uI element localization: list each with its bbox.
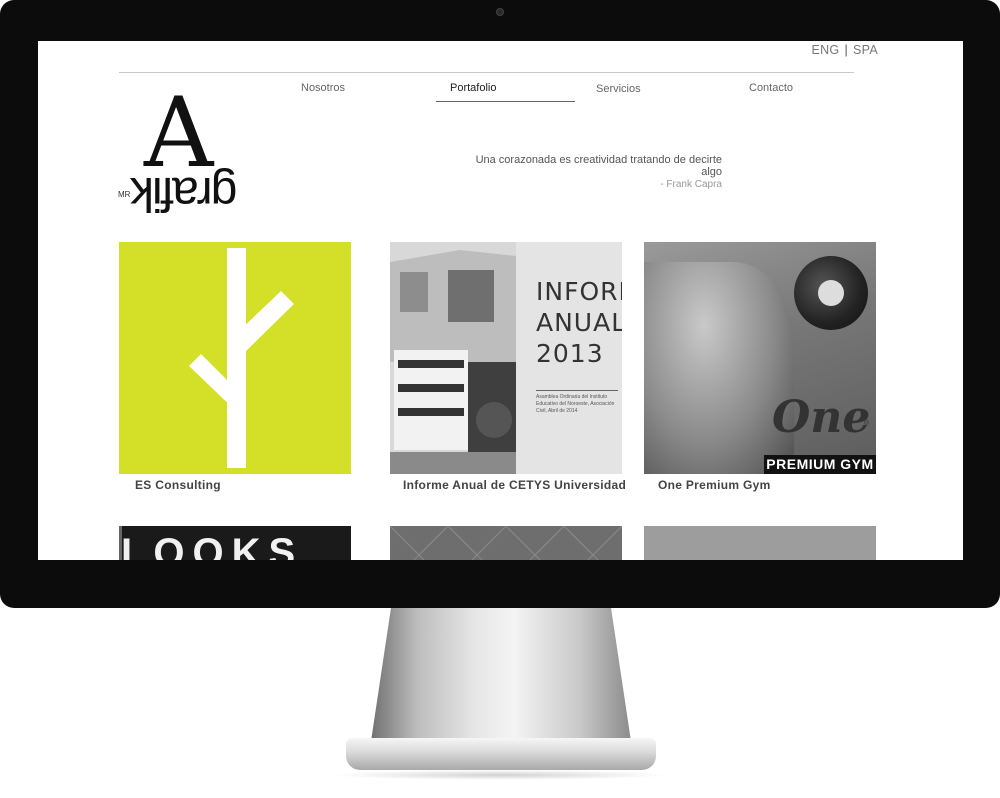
nav-nosotros[interactable]: Nosotros	[301, 82, 345, 94]
lang-eng-link[interactable]: ENG	[811, 43, 839, 57]
stand-shadow	[330, 770, 670, 780]
nav-portafolio[interactable]: Portafolio	[450, 82, 496, 94]
mr-grafik-logo[interactable]: A MR grafik	[118, 85, 258, 220]
portfolio-caption-es-consulting[interactable]: ES Consulting	[135, 478, 221, 492]
nav-contacto[interactable]: Contacto	[749, 82, 793, 94]
lang-spa-link[interactable]: SPA	[853, 43, 878, 57]
monitor-frame: ENG | SPA Nosotros Portafolio Servicios Co…	[0, 0, 1000, 608]
webcam-icon	[496, 8, 504, 16]
portfolio-caption-informe-anual[interactable]: Informe Anual de CETYS Universidad	[403, 478, 626, 492]
portfolio-tile-es-consulting[interactable]	[119, 242, 351, 474]
portfolio-tile-pattern[interactable]	[390, 526, 622, 560]
language-switcher: ENG | SPA	[811, 43, 878, 57]
active-nav-underline	[436, 101, 575, 102]
portfolio-tile-gray[interactable]	[644, 526, 876, 560]
looks-cover-text: LOOKS	[121, 531, 304, 560]
building-illustration	[390, 242, 516, 474]
es-consulting-logo-icon	[189, 248, 294, 468]
header-divider	[119, 72, 854, 73]
portfolio-caption-one-premium-gym[interactable]: One Premium Gym	[658, 478, 771, 492]
browser-viewport: ENG | SPA Nosotros Portafolio Servicios Co…	[38, 41, 963, 560]
premium-gym-badge: PREMIUM GYM	[764, 455, 876, 474]
report-cover-title: INFORME ANUAL 2013	[536, 276, 622, 369]
quote-text: Una corazonada es creatividad tratando d…	[475, 154, 722, 178]
quote-author: - Frank Capra	[660, 179, 722, 190]
quote-block: Una corazonada es creatividad tratando d…	[454, 154, 722, 190]
registered-mark: ®	[864, 420, 870, 427]
one-logo-text: One	[772, 392, 871, 443]
cover-line-2: ANUAL	[536, 308, 622, 337]
dumbbell-icon	[794, 256, 868, 330]
report-cover: INFORME ANUAL 2013 Asamblea Ordinaria de…	[516, 242, 622, 474]
cover-small-text: Asamblea Ordinaria del Instituto Educati…	[536, 394, 615, 414]
cover-line-1: INFORME	[536, 277, 622, 306]
lang-separator: |	[844, 43, 848, 57]
portfolio-tile-one-premium-gym[interactable]: One ® PREMIUM GYM	[644, 242, 876, 474]
nav-servicios[interactable]: Servicios	[596, 83, 641, 95]
diamond-pattern-icon	[390, 526, 622, 560]
cover-rule	[536, 390, 618, 391]
cover-line-3: 2013	[536, 339, 604, 368]
dumbbell-hub	[818, 280, 844, 306]
monitor-stand-neck	[370, 608, 632, 748]
building-photo	[390, 242, 516, 474]
logo-word: grafik	[132, 167, 238, 220]
portfolio-tile-informe-anual[interactable]: INFORME ANUAL 2013 Asamblea Ordinaria de…	[390, 242, 622, 474]
monitor-stand-base	[346, 738, 656, 770]
logo-prefix: MR	[118, 190, 131, 199]
portfolio-tile-looks[interactable]: LOOKS	[119, 526, 351, 560]
